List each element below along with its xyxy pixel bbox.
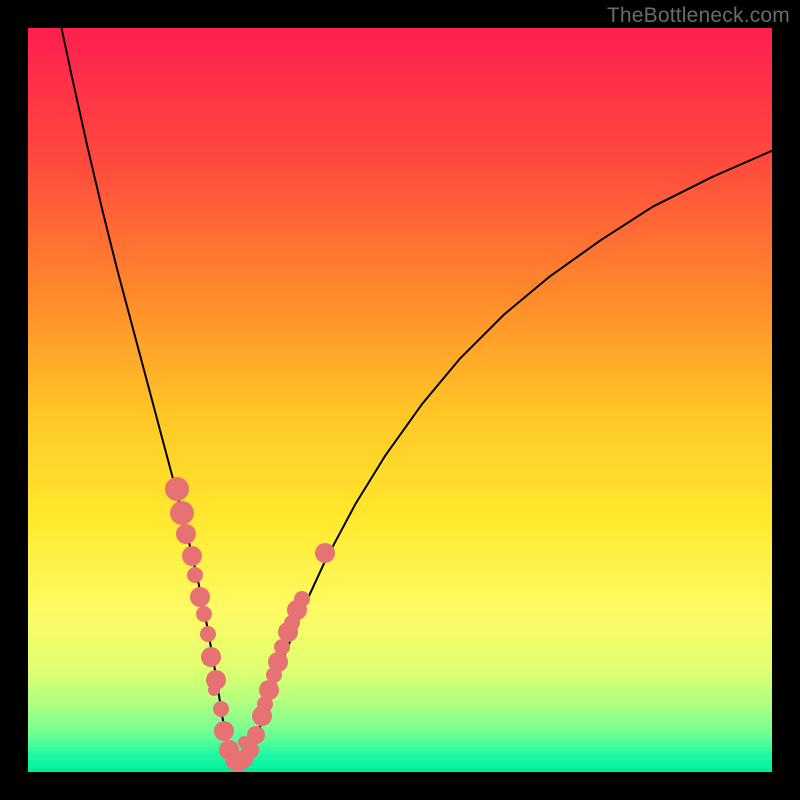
data-point (190, 587, 210, 607)
data-point (182, 546, 202, 566)
plot-area (28, 28, 772, 772)
data-point (294, 591, 310, 607)
data-point (259, 680, 279, 700)
data-point (213, 701, 229, 717)
bottleneck-curve (28, 28, 772, 772)
watermark-text: TheBottleneck.com (607, 4, 790, 28)
data-point (200, 626, 216, 642)
data-point (187, 567, 203, 583)
data-point (214, 721, 234, 741)
data-point (196, 606, 212, 622)
data-point (315, 543, 335, 563)
chart-frame: TheBottleneck.com (0, 0, 800, 800)
data-point (208, 684, 220, 696)
data-point (201, 647, 221, 667)
data-point (165, 477, 189, 501)
data-point (268, 652, 288, 672)
data-point (247, 726, 265, 744)
data-point (170, 501, 194, 525)
data-point (176, 524, 196, 544)
